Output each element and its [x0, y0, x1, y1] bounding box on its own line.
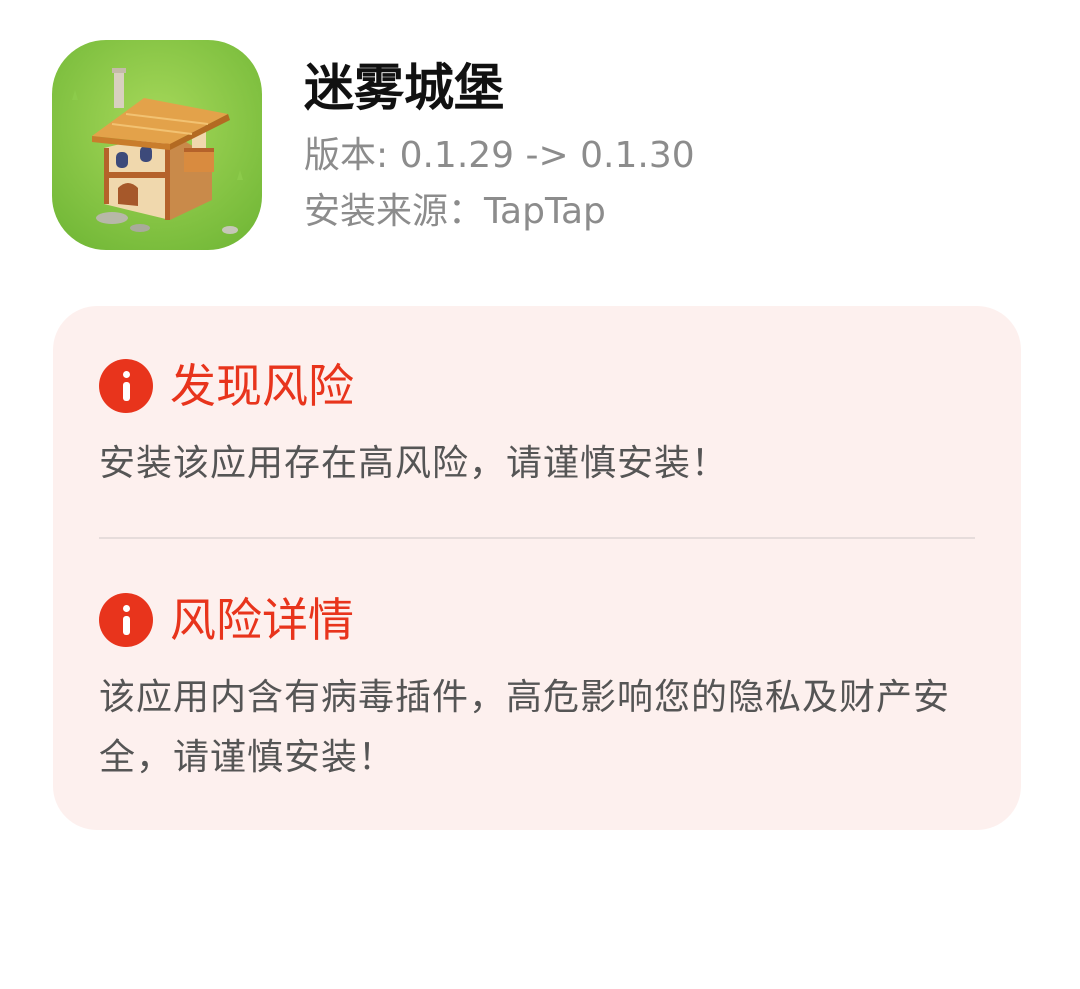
risk-found-header: 发现风险 [99, 356, 354, 416]
castle-house-game-icon [52, 40, 262, 250]
risk-details-header: 风险详情 [99, 590, 354, 650]
info-alert-icon [99, 593, 153, 647]
version-text: 版本: 0.1.29 -> 0.1.30 [304, 135, 695, 176]
section-divider [99, 537, 975, 539]
risk-warning-card: 发现风险 安装该应用存在高风险，请谨慎安装！ 风险详情 该应用内含有病毒插件，高… [53, 306, 1021, 830]
app-icon [52, 40, 262, 250]
install-source-text: 安装来源：TapTap [304, 191, 606, 232]
app-name: 迷雾城堡 [304, 59, 504, 117]
risk-details-description: 该应用内含有病毒插件，高危影响您的隐私及财产安全，请谨慎安装！ [99, 677, 951, 778]
risk-found-title: 发现风险 [170, 359, 354, 413]
info-alert-icon [99, 359, 153, 413]
risk-details-title: 风险详情 [170, 593, 354, 647]
risk-found-description: 安装该应用存在高风险，请谨慎安装！ [99, 443, 729, 484]
